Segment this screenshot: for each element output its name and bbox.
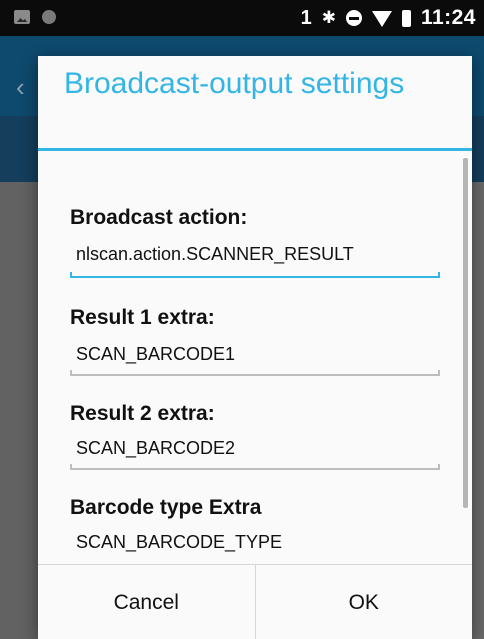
barcode-type-extra-label: Barcode type Extra [70,496,262,519]
cancel-button[interactable]: Cancel [38,565,255,639]
broadcast-action-label: Broadcast action: [70,206,248,229]
result2-extra-label: Result 2 extra: [70,402,215,425]
broadcast-action-input[interactable]: nlscan.action.SCANNER_RESULT [76,244,354,265]
result1-extra-label: Result 1 extra: [70,306,215,329]
broadcast-action-underline [70,272,440,278]
do-not-disturb-icon [345,10,362,26]
image-icon [14,10,30,24]
dialog-button-bar: Cancel OK [38,564,472,639]
status-time: 11:24 [420,6,476,29]
status-right-icons: 1 ✱ 11:24 [301,6,476,30]
result2-extra-input[interactable]: SCAN_BARCODE2 [76,438,235,459]
bluetooth-icon: ✱ [321,8,336,27]
result1-extra-underline [70,370,440,376]
ok-button[interactable]: OK [254,565,472,639]
phone-screen: 1 ✱ 11:24 ‹ Broadcast-output settings Br… [0,0,484,639]
title-divider [38,148,472,151]
battery-icon [401,9,411,27]
sim-indicator: 1 [300,6,312,29]
broadcast-settings-dialog: Broadcast-output settings Broadcast acti… [38,56,472,639]
result1-extra-input[interactable]: SCAN_BARCODE1 [76,344,235,365]
notification-dot-icon [42,10,56,24]
back-arrow-icon: ‹ [16,72,25,102]
dialog-scrollbar[interactable] [463,158,468,508]
dialog-title: Broadcast-output settings [64,67,405,100]
wifi-icon [371,11,392,27]
barcode-type-extra-input[interactable]: SCAN_BARCODE_TYPE [76,532,282,553]
status-bar: 1 ✱ 11:24 [0,0,484,36]
status-left-icons [14,10,56,24]
result2-extra-underline [70,464,440,470]
